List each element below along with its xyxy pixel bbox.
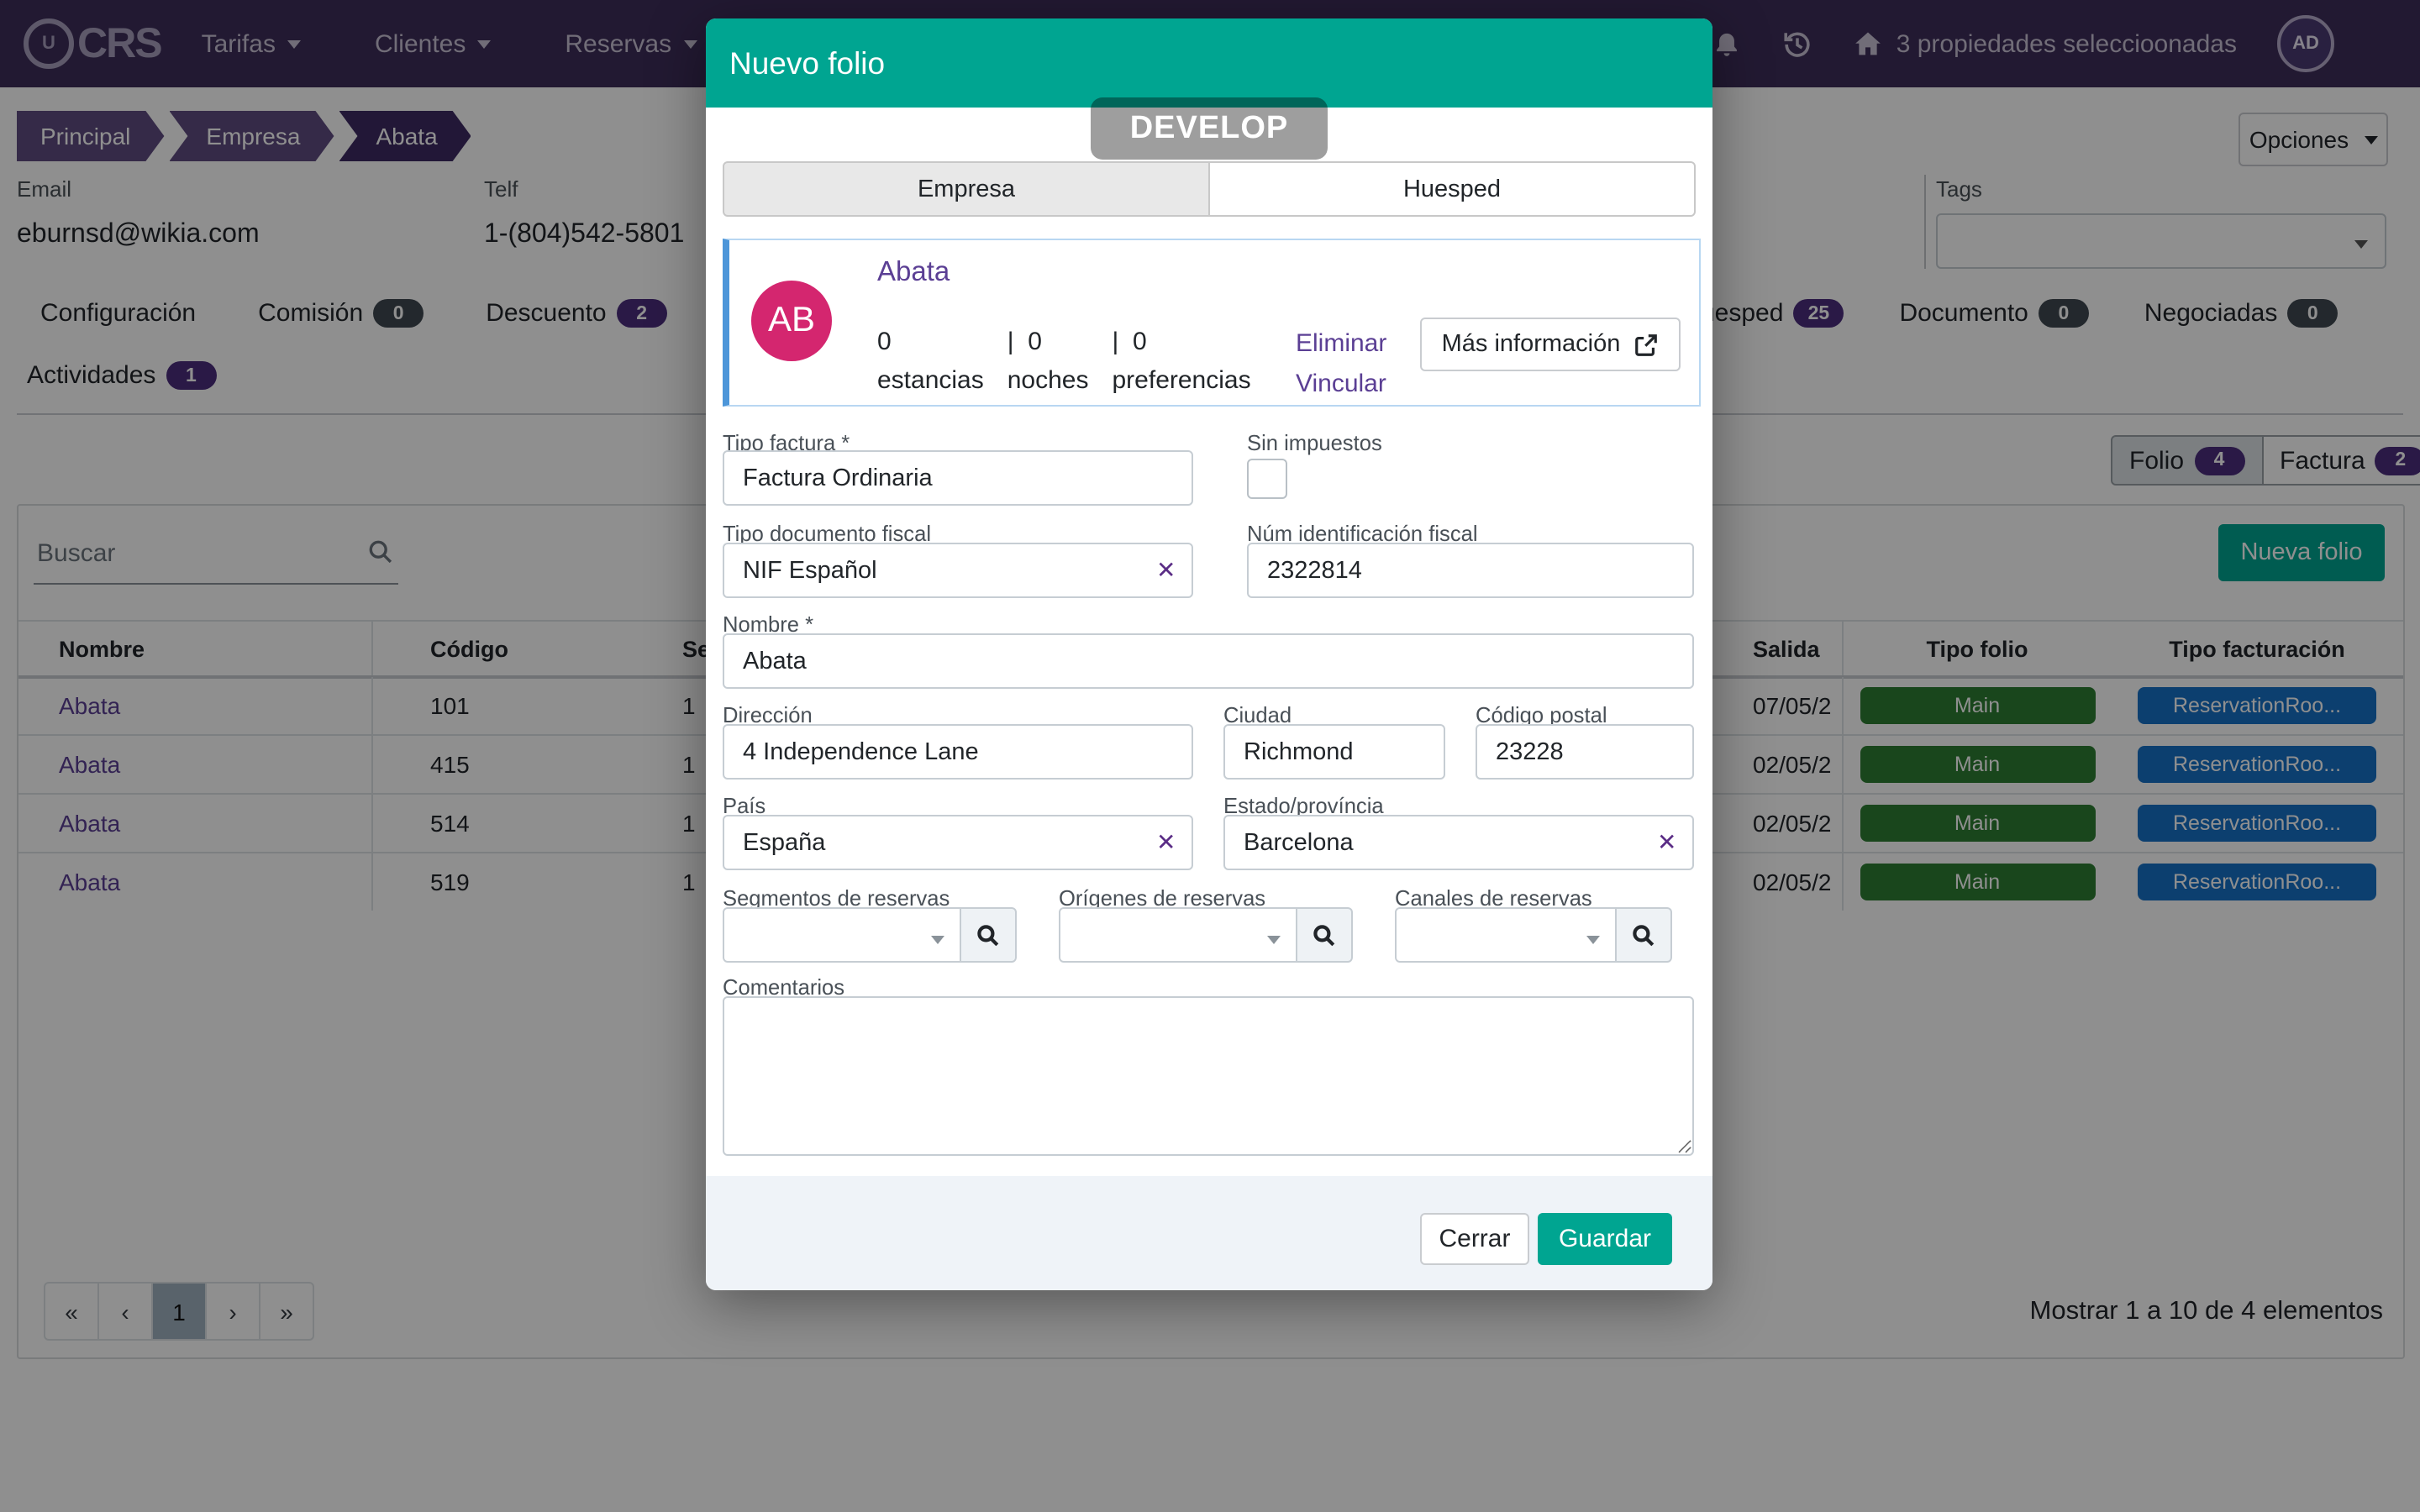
more-info-button[interactable]: Más información [1420,318,1681,371]
estado-input[interactable] [1223,815,1694,870]
modal-footer: Cerrar Guardar [706,1176,1712,1290]
search-icon [975,921,1002,948]
new-folio-modal: Nuevo folio Empresa Huesped AB Abata 0es… [706,18,1712,1290]
origenes-search-button[interactable] [1297,907,1353,963]
modal-header: Nuevo folio [706,18,1712,108]
stat-noches: 0noches [1007,328,1089,395]
sin-impuestos-checkbox[interactable] [1247,459,1287,499]
external-link-icon [1634,332,1659,357]
direccion-input[interactable] [723,724,1193,780]
codigo-postal-input[interactable] [1476,724,1694,780]
clear-estado-icon[interactable]: ✕ [1657,828,1676,857]
entity-links: Eliminar Vincular [1296,324,1386,405]
tipo-documento-input[interactable] [723,543,1193,598]
canales-select[interactable] [1395,907,1617,963]
modal-title: Nuevo folio [729,45,885,81]
comentarios-textarea[interactable] [723,996,1694,1156]
chevron-down-icon [1267,936,1281,951]
search-icon [1311,921,1338,948]
eliminar-link[interactable]: Eliminar [1296,324,1386,365]
modal-tab-empresa[interactable]: Empresa [723,161,1210,217]
search-icon [1630,921,1657,948]
segmentos-select[interactable] [723,907,961,963]
modal-tab-huesped[interactable]: Huesped [1210,161,1696,217]
canales-search-button[interactable] [1617,907,1672,963]
ciudad-input[interactable] [1223,724,1445,780]
entity-name-link[interactable]: Abata [877,257,950,289]
nombre-input[interactable] [723,633,1694,689]
chevron-down-icon [931,936,944,951]
origenes-select[interactable] [1059,907,1297,963]
pais-input[interactable] [723,815,1193,870]
clear-pais-icon[interactable]: ✕ [1156,828,1176,857]
stat-estancias: 0estancias [877,328,984,395]
stat-preferencias: 0preferencias [1113,328,1251,395]
entity-stats: 0estancias 0noches 0preferencias [877,328,1275,395]
segmentos-search-button[interactable] [961,907,1017,963]
tipo-factura-input[interactable] [723,450,1193,506]
sin-impuestos-label: Sin impuestos [1247,430,1382,455]
clear-tipo-documento-icon[interactable]: ✕ [1156,556,1176,585]
develop-ribbon: DEVELOP [1091,97,1328,160]
linked-entity-card: AB Abata 0estancias 0noches 0preferencia… [723,239,1701,407]
entity-avatar: AB [751,281,832,361]
vincular-link[interactable]: Vincular [1296,365,1386,405]
guardar-button[interactable]: Guardar [1538,1213,1672,1265]
cerrar-button[interactable]: Cerrar [1420,1213,1529,1265]
chevron-down-icon [1586,936,1600,951]
modal-tabs: Empresa Huesped [723,161,1696,217]
num-identificacion-input[interactable] [1247,543,1694,598]
